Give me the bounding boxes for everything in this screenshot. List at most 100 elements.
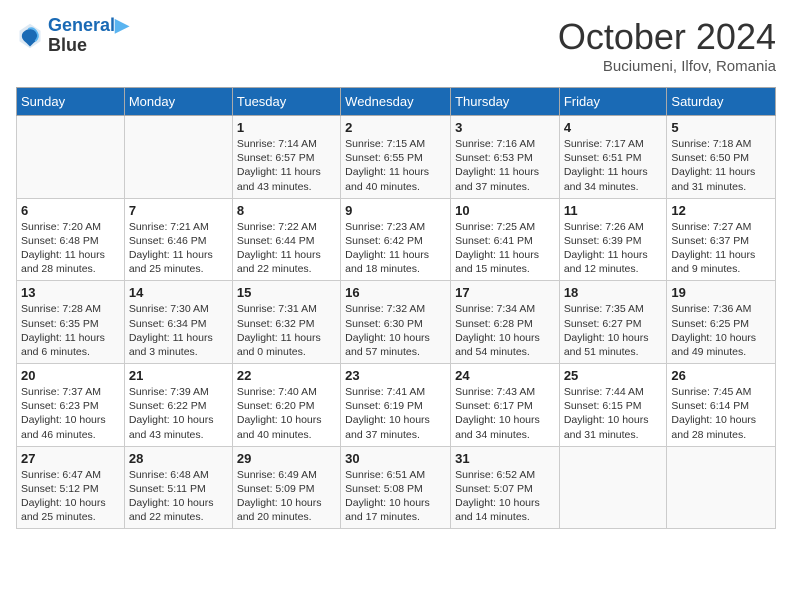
location: Buciumeni, Ilfov, Romania <box>558 58 776 75</box>
day-number: 22 <box>237 368 336 383</box>
calendar-header: SundayMondayTuesdayWednesdayThursdayFrid… <box>17 88 776 116</box>
calendar-cell: 8 Sunrise: 7:22 AM Sunset: 6:44 PM Daylig… <box>232 198 340 281</box>
calendar-cell: 18Sunrise: 7:35 AM Sunset: 6:27 PM Dayli… <box>559 281 667 364</box>
day-number: 10 <box>455 203 555 218</box>
day-number: 13 <box>21 285 120 300</box>
calendar-cell: 23 Sunrise: 7:41 AM Sunset: 6:19 PM Dayli… <box>341 364 451 447</box>
weekday-header: Wednesday <box>341 88 451 116</box>
day-number: 31 <box>455 451 555 466</box>
calendar-week-row: 20Sunrise: 7:37 AM Sunset: 6:23 PM Dayli… <box>17 364 776 447</box>
day-info: Sunrise: 7:22 AM Sunset: 6:44 PM Dayligh… <box>237 220 336 277</box>
day-info: Sunrise: 7:39 AM Sunset: 6:22 PM Dayligh… <box>129 385 228 442</box>
calendar-cell: 20Sunrise: 7:37 AM Sunset: 6:23 PM Dayli… <box>17 364 125 447</box>
day-number: 14 <box>129 285 228 300</box>
calendar-cell: 17 Sunrise: 7:34 AM Sunset: 6:28 PM Dayli… <box>451 281 560 364</box>
month-title: October 2024 <box>558 16 776 58</box>
day-info: Sunrise: 7:31 AM Sunset: 6:32 PM Dayligh… <box>237 302 336 359</box>
weekday-row: SundayMondayTuesdayWednesdayThursdayFrid… <box>17 88 776 116</box>
weekday-header: Friday <box>559 88 667 116</box>
day-info: Sunrise: 7:40 AM Sunset: 6:20 PM Dayligh… <box>237 385 336 442</box>
logo: General▶ Blue <box>16 16 129 56</box>
calendar-cell: 24Sunrise: 7:43 AM Sunset: 6:17 PM Dayli… <box>451 364 560 447</box>
calendar-cell: 21Sunrise: 7:39 AM Sunset: 6:22 PM Dayli… <box>124 364 232 447</box>
calendar-cell: 5Sunrise: 7:18 AM Sunset: 6:50 PM Daylig… <box>667 116 776 199</box>
day-number: 9 <box>345 203 446 218</box>
calendar-week-row: 13 Sunrise: 7:28 AM Sunset: 6:35 PM Dayli… <box>17 281 776 364</box>
day-number: 12 <box>671 203 771 218</box>
logo-line2: Blue <box>48 36 129 56</box>
day-info: Sunrise: 7:35 AM Sunset: 6:27 PM Dayligh… <box>564 302 663 359</box>
calendar-cell: 10 Sunrise: 7:25 AM Sunset: 6:41 PM Dayli… <box>451 198 560 281</box>
day-number: 20 <box>21 368 120 383</box>
day-info: Sunrise: 7:18 AM Sunset: 6:50 PM Dayligh… <box>671 137 771 194</box>
calendar-cell: 2 Sunrise: 7:15 AM Sunset: 6:55 PM Daylig… <box>341 116 451 199</box>
weekday-header: Saturday <box>667 88 776 116</box>
day-info: Sunrise: 7:30 AM Sunset: 6:34 PM Dayligh… <box>129 302 228 359</box>
day-number: 6 <box>21 203 120 218</box>
day-number: 4 <box>564 120 663 135</box>
day-number: 27 <box>21 451 120 466</box>
day-info: Sunrise: 7:25 AM Sunset: 6:41 PM Dayligh… <box>455 220 555 277</box>
calendar-cell: 29Sunrise: 6:49 AM Sunset: 5:09 PM Dayli… <box>232 446 340 529</box>
day-info: Sunrise: 6:51 AM Sunset: 5:08 PM Dayligh… <box>345 468 446 525</box>
title-block: October 2024 Buciumeni, Ilfov, Romania <box>558 16 776 75</box>
day-info: Sunrise: 7:21 AM Sunset: 6:46 PM Dayligh… <box>129 220 228 277</box>
calendar-cell: 22 Sunrise: 7:40 AM Sunset: 6:20 PM Dayli… <box>232 364 340 447</box>
day-number: 2 <box>345 120 446 135</box>
day-number: 28 <box>129 451 228 466</box>
calendar-cell: 3 Sunrise: 7:16 AM Sunset: 6:53 PM Daylig… <box>451 116 560 199</box>
day-info: Sunrise: 7:15 AM Sunset: 6:55 PM Dayligh… <box>345 137 446 194</box>
day-number: 3 <box>455 120 555 135</box>
day-info: Sunrise: 7:23 AM Sunset: 6:42 PM Dayligh… <box>345 220 446 277</box>
day-info: Sunrise: 7:44 AM Sunset: 6:15 PM Dayligh… <box>564 385 663 442</box>
calendar-cell: 6Sunrise: 7:20 AM Sunset: 6:48 PM Daylig… <box>17 198 125 281</box>
calendar-cell: 28Sunrise: 6:48 AM Sunset: 5:11 PM Dayli… <box>124 446 232 529</box>
weekday-header: Tuesday <box>232 88 340 116</box>
calendar-cell <box>17 116 125 199</box>
calendar-cell <box>667 446 776 529</box>
calendar-cell: 27 Sunrise: 6:47 AM Sunset: 5:12 PM Dayli… <box>17 446 125 529</box>
day-number: 24 <box>455 368 555 383</box>
calendar-cell: 25 Sunrise: 7:44 AM Sunset: 6:15 PM Dayli… <box>559 364 667 447</box>
calendar-week-row: 1Sunrise: 7:14 AM Sunset: 6:57 PM Daylig… <box>17 116 776 199</box>
calendar-week-row: 27 Sunrise: 6:47 AM Sunset: 5:12 PM Dayli… <box>17 446 776 529</box>
calendar-cell <box>124 116 232 199</box>
logo-icon <box>16 22 44 50</box>
day-number: 17 <box>455 285 555 300</box>
day-number: 19 <box>671 285 771 300</box>
calendar-cell: 1Sunrise: 7:14 AM Sunset: 6:57 PM Daylig… <box>232 116 340 199</box>
day-number: 11 <box>564 203 663 218</box>
day-info: Sunrise: 6:52 AM Sunset: 5:07 PM Dayligh… <box>455 468 555 525</box>
calendar-cell: 7Sunrise: 7:21 AM Sunset: 6:46 PM Daylig… <box>124 198 232 281</box>
weekday-header: Monday <box>124 88 232 116</box>
calendar-table: SundayMondayTuesdayWednesdayThursdayFrid… <box>16 87 776 529</box>
day-info: Sunrise: 7:28 AM Sunset: 6:35 PM Dayligh… <box>21 302 120 359</box>
day-number: 1 <box>237 120 336 135</box>
calendar-cell: 14 Sunrise: 7:30 AM Sunset: 6:34 PM Dayli… <box>124 281 232 364</box>
calendar-cell: 15 Sunrise: 7:31 AM Sunset: 6:32 PM Dayli… <box>232 281 340 364</box>
calendar-cell <box>559 446 667 529</box>
calendar-cell: 4 Sunrise: 7:17 AM Sunset: 6:51 PM Daylig… <box>559 116 667 199</box>
day-number: 16 <box>345 285 446 300</box>
day-info: Sunrise: 7:41 AM Sunset: 6:19 PM Dayligh… <box>345 385 446 442</box>
calendar-cell: 26Sunrise: 7:45 AM Sunset: 6:14 PM Dayli… <box>667 364 776 447</box>
day-info: Sunrise: 7:17 AM Sunset: 6:51 PM Dayligh… <box>564 137 663 194</box>
day-info: Sunrise: 7:16 AM Sunset: 6:53 PM Dayligh… <box>455 137 555 194</box>
day-info: Sunrise: 6:47 AM Sunset: 5:12 PM Dayligh… <box>21 468 120 525</box>
day-info: Sunrise: 7:27 AM Sunset: 6:37 PM Dayligh… <box>671 220 771 277</box>
weekday-header: Thursday <box>451 88 560 116</box>
day-number: 26 <box>671 368 771 383</box>
calendar-cell: 31 Sunrise: 6:52 AM Sunset: 5:07 PM Dayli… <box>451 446 560 529</box>
calendar-cell: 9 Sunrise: 7:23 AM Sunset: 6:42 PM Daylig… <box>341 198 451 281</box>
day-number: 29 <box>237 451 336 466</box>
day-info: Sunrise: 7:34 AM Sunset: 6:28 PM Dayligh… <box>455 302 555 359</box>
day-number: 8 <box>237 203 336 218</box>
calendar-cell: 19Sunrise: 7:36 AM Sunset: 6:25 PM Dayli… <box>667 281 776 364</box>
day-number: 15 <box>237 285 336 300</box>
calendar-cell: 30Sunrise: 6:51 AM Sunset: 5:08 PM Dayli… <box>341 446 451 529</box>
day-info: Sunrise: 7:26 AM Sunset: 6:39 PM Dayligh… <box>564 220 663 277</box>
day-number: 25 <box>564 368 663 383</box>
day-number: 23 <box>345 368 446 383</box>
page-header: General▶ Blue October 2024 Buciumeni, Il… <box>16 16 776 75</box>
weekday-header: Sunday <box>17 88 125 116</box>
